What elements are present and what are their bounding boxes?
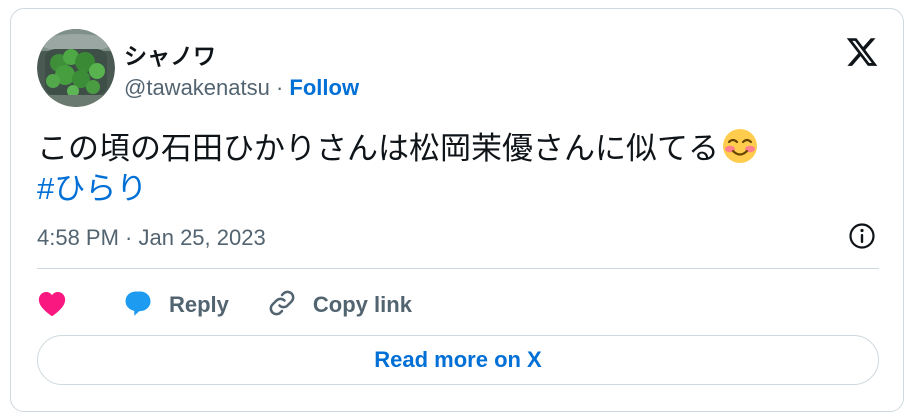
tweet-timestamp[interactable]: 4:58 PM · Jan 25, 2023 [37, 225, 266, 251]
copy-link-button[interactable]: Copy link [267, 288, 412, 323]
hashtag-link[interactable]: #ひらり [37, 169, 759, 209]
reply-button[interactable]: Reply [123, 289, 229, 322]
embedded-tweet-card: シャノワ @tawakenatsu · Follow この頃の石田ひかりさんは松… [10, 8, 904, 412]
action-bar: Reply Copy link [37, 283, 450, 327]
author-display-name[interactable]: シャノワ [124, 37, 216, 71]
link-icon [267, 288, 297, 323]
avatar[interactable] [37, 29, 115, 107]
reply-label: Reply [169, 292, 229, 317]
read-more-label: Read more on X [374, 347, 542, 372]
author-handle-row: @tawakenatsu · Follow [124, 75, 359, 101]
x-logo-icon[interactable] [845, 35, 879, 69]
divider [37, 268, 879, 269]
follow-link[interactable]: Follow [289, 75, 359, 100]
like-button[interactable] [37, 289, 67, 322]
tweet-body: この頃の石田ひかりさんは松岡茉優さんに似てる #ひらり [37, 127, 759, 209]
copy-link-label: Copy link [312, 292, 412, 317]
handle-separator: · [269, 75, 290, 100]
heart-icon [37, 289, 67, 322]
author-handle[interactable]: @tawakenatsu [124, 75, 270, 100]
read-more-button[interactable]: Read more on X [37, 335, 879, 385]
speech-bubble-icon [123, 289, 153, 322]
tweet-text: この頃の石田ひかりさんは松岡茉優さんに似てる [37, 131, 719, 166]
smiling-face-emoji-icon [721, 127, 759, 165]
info-icon[interactable] [847, 221, 877, 251]
